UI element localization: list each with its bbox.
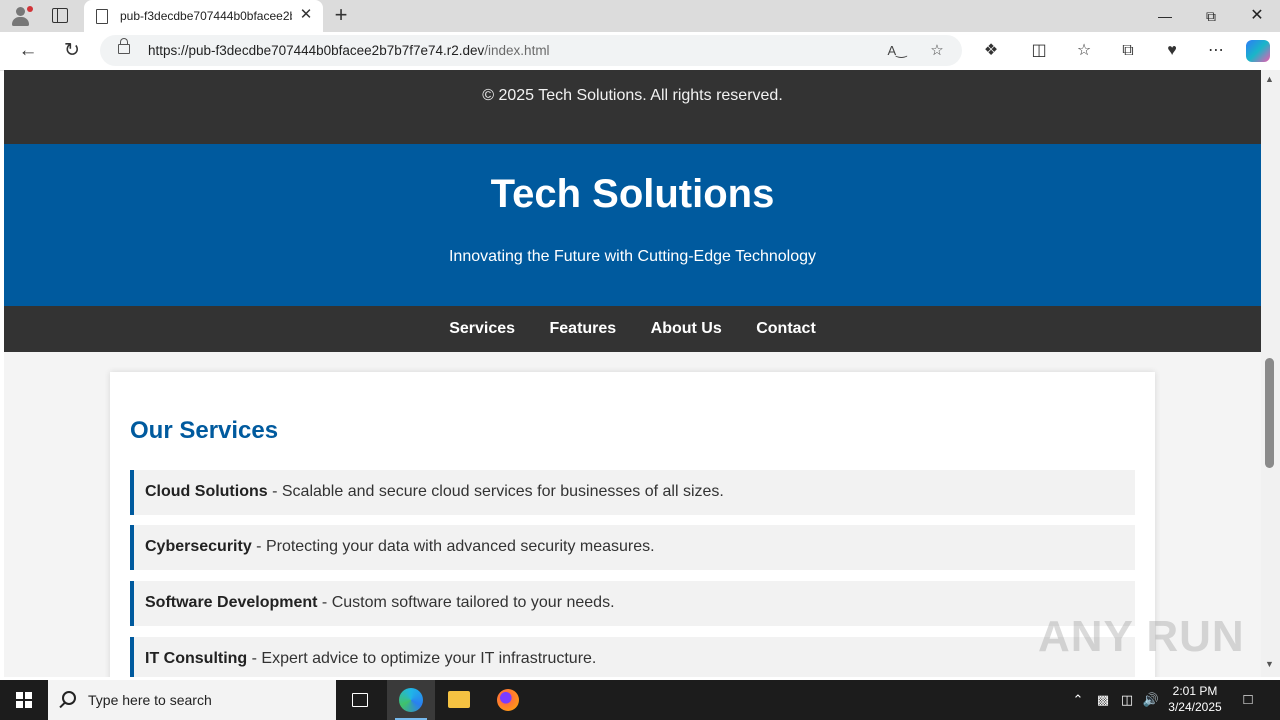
volume-icon[interactable]: 🔊 [1140,680,1162,720]
service-name: Cloud Solutions [145,483,268,500]
taskbar: Type here to search ⌃ ▩ ◫ 🔊 2:01 PM 3/24… [0,680,1280,720]
address-bar[interactable]: https://pub-f3decdbe707444b0bfacee2b7b7f… [100,35,962,66]
nav-link-features[interactable]: Features [550,306,617,352]
extensions-icon[interactable]: ❖ [979,40,1003,62]
restore-button[interactable]: ⧉ [1188,0,1234,32]
list-item: Software Development - Custom software t… [130,581,1135,626]
scrollbar-thumb[interactable] [1265,358,1274,468]
firefox-icon[interactable] [484,680,532,720]
show-hidden-icons[interactable]: ⌃ [1068,680,1088,720]
browser-essentials-icon[interactable]: ♥ [1160,40,1184,62]
tab-actions-icon[interactable] [52,8,68,23]
page-scrollbar[interactable]: ▲ ▼ [1261,70,1280,677]
system-clock[interactable]: 2:01 PM 3/24/2025 [1164,683,1226,715]
favorite-star-icon[interactable]: ☆ [926,40,948,62]
browser-toolbar: ← ↻ https://pub-f3decdbe707444b0bfacee2b… [0,32,1280,71]
nav-link-services[interactable]: Services [449,306,515,352]
task-view-icon[interactable] [336,680,384,720]
refresh-icon[interactable]: ↻ [58,38,86,64]
services-section: Our Services Cloud Solutions - Scalable … [110,372,1155,677]
list-item: Cybersecurity - Protecting your data wit… [130,525,1135,570]
file-explorer-icon[interactable] [435,680,483,720]
new-tab-button[interactable]: + [330,4,352,26]
footer: © 2025 Tech Solutions. All rights reserv… [4,70,1261,144]
site-nav: Services Features About Us Contact [4,306,1261,352]
close-window-button[interactable]: ✕ [1234,0,1280,32]
list-item: Cloud Solutions - Scalable and secure cl… [130,470,1135,515]
search-icon [62,691,76,705]
notifications-icon[interactable]: □ [1236,680,1260,720]
watermark-logo: ANY RUN [1038,612,1245,661]
services-heading: Our Services [130,417,279,444]
tab-strip: pub-f3decdbe707444b0bfacee2b ✕ + — ⧉ ✕ [0,0,1280,32]
service-description: - Protecting your data with advanced sec… [251,538,655,555]
windows-start-icon[interactable] [0,680,48,720]
active-tab[interactable]: pub-f3decdbe707444b0bfacee2b ✕ [84,0,323,32]
split-screen-icon[interactable]: ◫ [1027,40,1051,62]
minimize-button[interactable]: — [1142,0,1188,32]
page-file-icon [96,9,108,24]
network-icon[interactable]: ◫ [1117,680,1137,720]
service-name: Software Development [145,594,318,611]
scroll-up-icon[interactable]: ▲ [1265,74,1274,84]
back-icon[interactable]: ← [14,38,42,64]
search-placeholder: Type here to search [88,692,212,708]
tab-title: pub-f3decdbe707444b0bfacee2b [120,9,292,23]
site-title: Tech Solutions [490,172,775,216]
nav-link-about-us[interactable]: About Us [651,306,722,352]
taskbar-search-box[interactable]: Type here to search [48,680,336,720]
url-text[interactable]: https://pub-f3decdbe707444b0bfacee2b7b7f… [148,43,550,58]
close-tab-icon[interactable]: ✕ [297,6,315,24]
service-name: IT Consulting [145,650,248,667]
service-description: - Custom software tailored to your needs… [317,594,615,611]
nav-link-contact[interactable]: Contact [756,306,816,352]
more-menu-icon[interactable]: ⋯ [1204,40,1228,62]
copyright-text: © 2025 Tech Solutions. All rights reserv… [482,87,783,104]
edge-taskbar-icon[interactable] [387,680,435,720]
service-name: Cybersecurity [145,538,252,555]
clock-time: 2:01 PM [1172,684,1218,698]
clock-date: 3/24/2025 [1168,700,1222,714]
collections-icon[interactable]: ⧉ [1116,40,1140,62]
lock-icon[interactable] [118,38,130,54]
site-tagline: Innovating the Future with Cutting-Edge … [448,248,817,265]
profile-icon[interactable] [10,6,33,28]
favorites-icon[interactable]: ☆ [1072,40,1096,62]
page-viewport: © 2025 Tech Solutions. All rights reserv… [4,70,1261,677]
scroll-down-icon[interactable]: ▼ [1265,659,1274,669]
tray-app-icon[interactable]: ▩ [1094,680,1112,720]
read-aloud-icon[interactable]: A‿ [886,40,908,62]
service-description: - Expert advice to optimize your IT infr… [247,650,597,667]
copilot-icon[interactable] [1246,40,1270,62]
site-header: Tech Solutions Innovating the Future wit… [4,144,1261,306]
list-item: IT Consulting - Expert advice to optimiz… [130,637,1135,677]
service-description: - Scalable and secure cloud services for… [267,483,724,500]
